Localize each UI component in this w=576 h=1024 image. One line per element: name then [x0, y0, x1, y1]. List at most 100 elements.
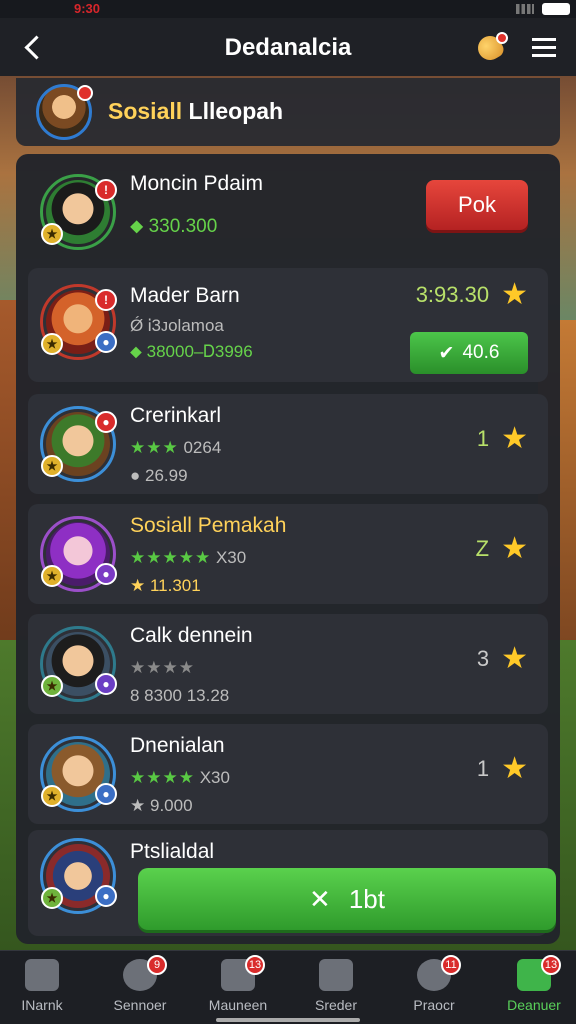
- list-item[interactable]: ! ★ Moncin Pdaim ⬥ 330.300 Pok: [28, 162, 548, 262]
- star-icon: ★: [501, 422, 528, 455]
- alert-badge-icon: ●: [95, 411, 117, 433]
- rating-value: X30: [215, 548, 247, 567]
- list-item[interactable]: ● ★ Sosiall Pemakah ★★★★★ X30 ★ 11.301 Z…: [28, 504, 548, 604]
- star-badge-icon: ★: [41, 455, 63, 477]
- chest-icon: 13: [517, 955, 561, 991]
- player-rank: 1 ★: [477, 754, 528, 784]
- player-gold: ● 26.99: [130, 466, 188, 486]
- avatar[interactable]: ● ★: [40, 736, 117, 812]
- player-name: Sosiall Pemakah: [130, 514, 287, 537]
- guild-avatar[interactable]: [36, 84, 93, 140]
- avatar[interactable]: ! ★: [40, 174, 117, 250]
- nav-label: INarnk: [21, 997, 63, 1013]
- nav-item-shop[interactable]: 13 Mauneen: [190, 955, 286, 1013]
- player-gold-value: 330.300: [148, 216, 218, 237]
- guild-title-rest: Llleopah: [188, 98, 284, 124]
- coin-icon: ⬥: [130, 342, 142, 361]
- star-badge-icon: ★: [41, 785, 63, 807]
- avatar[interactable]: ! ● ★: [40, 284, 117, 360]
- list-item[interactable]: ● ★ Dnenialan ★★★★ X30 ★ 9.000 1 ★: [28, 724, 548, 824]
- player-rating: ★★★★ X30: [130, 768, 230, 788]
- player-rank-value: Z: [475, 536, 490, 561]
- nav-label: Deanuer: [507, 997, 561, 1013]
- coin-icon: ⬥: [130, 216, 144, 237]
- avatar[interactable]: ● ★: [40, 626, 117, 702]
- nav-badge: 9: [147, 955, 167, 975]
- player-name: Calk dennein: [130, 624, 253, 647]
- home-indicator[interactable]: [216, 1018, 360, 1022]
- star-small-icon: ★: [130, 576, 146, 595]
- rating-value: X30: [199, 768, 230, 787]
- player-rank: 3 ★: [477, 644, 528, 674]
- player-gold: ★ 11.301: [130, 576, 201, 596]
- guild-badge-dot: [77, 85, 93, 101]
- shield-badge-icon: ●: [95, 783, 117, 805]
- coin-icon: ★: [130, 796, 146, 815]
- nav-item-profile[interactable]: 11 Praocr: [386, 955, 482, 1013]
- check-icon: ✔: [438, 342, 455, 364]
- star-icon: ★: [501, 752, 528, 785]
- nav-item-emblem[interactable]: 9 Sennoer: [92, 955, 188, 1013]
- battle-button[interactable]: ✕ 1bt: [138, 868, 556, 930]
- star-badge-icon: ★: [41, 887, 63, 909]
- star-badge-icon: ★: [41, 565, 63, 587]
- guild-header-card: Sosiall Llleopah: [16, 78, 560, 146]
- guild-title-highlight: Sosiall: [108, 98, 183, 124]
- player-name: Ptslialdal: [130, 840, 215, 863]
- menu-icon[interactable]: [532, 38, 556, 58]
- player-rank-value: 1: [476, 426, 490, 451]
- accept-button[interactable]: ✔ 40.6: [410, 332, 528, 374]
- nav-item-chest[interactable]: 13 Deanuer: [486, 955, 576, 1013]
- nav-item-trophy[interactable]: Sreder: [288, 959, 384, 1013]
- shield-badge-icon: ●: [95, 331, 117, 353]
- star-badge-icon: ★: [41, 675, 63, 697]
- avatar[interactable]: ● ★: [40, 838, 117, 914]
- leaderboard-list: ! ★ Moncin Pdaim ⬥ 330.300 Pok ! ● ★ Mad…: [16, 154, 560, 944]
- nav-label: Mauneen: [208, 997, 268, 1013]
- star-badge-icon: ★: [41, 333, 63, 355]
- player-rating: ★★★ 0264: [130, 438, 221, 458]
- status-time: 9:30: [74, 1, 101, 16]
- coin-icon: ●: [130, 466, 141, 485]
- poke-button[interactable]: Pok: [426, 180, 528, 230]
- nav-badge: 13: [245, 955, 265, 975]
- player-rank: 1 ★: [477, 424, 528, 454]
- player-rating: ★★★★: [130, 658, 195, 678]
- player-score-value: 3:93.30: [415, 282, 490, 307]
- status-bar: 9:30: [0, 0, 576, 18]
- player-name: Dnenialan: [130, 734, 225, 757]
- player-rank-value: 3: [476, 646, 490, 671]
- player-name: Moncin Pdaim: [130, 172, 264, 195]
- list-item[interactable]: ● ★ Ptslialdal ✕ 1bt: [28, 830, 556, 936]
- rating-stars: ★★★★★: [130, 548, 212, 567]
- rating-stars: ★★★: [130, 438, 179, 457]
- battle-button-label: 1bt: [348, 883, 385, 914]
- star-icon: ★: [501, 532, 528, 565]
- nav-label: Sennoer: [113, 997, 167, 1013]
- alert-badge-icon: !: [95, 289, 117, 311]
- player-gold-value: 38000–Ꭰ3996: [146, 342, 253, 361]
- nav-label: Praocr: [413, 997, 455, 1013]
- nav-label: Sreder: [314, 997, 358, 1013]
- top-app-bar: Dedanalcia: [0, 18, 576, 76]
- player-gold-value: 11.301: [149, 576, 201, 595]
- player-gold: ★ 9.000: [130, 796, 193, 816]
- player-gold-value: 26.99: [145, 466, 188, 485]
- list-item[interactable]: ! ● ★ Mader Barn Ǿ Ꭵ3ᴊᴏlamoa ⬥ 38000–Ꭰ39…: [28, 268, 548, 382]
- player-rank-value: 1: [476, 756, 490, 781]
- list-item[interactable]: ● ★ Crerinkarl ★★★ 0264 ● 26.99 1 ★: [28, 394, 548, 494]
- battery-icon: [542, 3, 570, 15]
- player-gold: 8 8300 13.28: [130, 686, 230, 705]
- avatar[interactable]: ● ★: [40, 516, 117, 592]
- player-subtitle: Ǿ Ꭵ3ᴊᴏlamoa: [130, 316, 224, 335]
- shield-badge-icon: ●: [95, 673, 117, 695]
- alert-badge-icon: !: [95, 179, 117, 201]
- swords-icon: ✕: [309, 883, 331, 914]
- avatar[interactable]: ● ★: [40, 406, 117, 482]
- list-item[interactable]: ● ★ Calk dennein ★★★★ 8 8300 13.28 3 ★: [28, 614, 548, 714]
- notification-button[interactable]: [473, 30, 508, 65]
- nav-item-home[interactable]: INarnk: [0, 959, 90, 1013]
- accept-button-label: 40.6: [462, 342, 500, 363]
- player-rating: ★★★★★ X30: [130, 548, 246, 568]
- rating-stars: ★★★★: [130, 658, 195, 677]
